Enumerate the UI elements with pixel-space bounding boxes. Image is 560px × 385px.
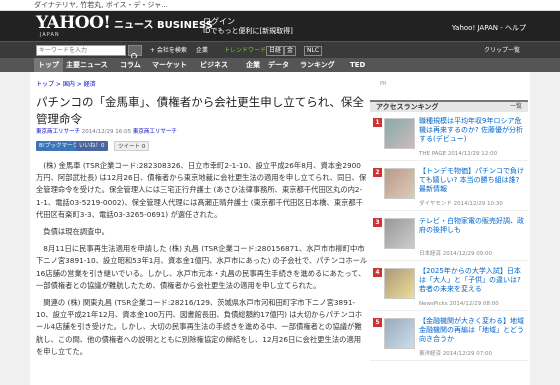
- bookmark-button[interactable]: B!ブックマーク: [36, 141, 81, 151]
- rank-number: 2: [373, 168, 382, 177]
- login-link[interactable]: ログイン: [203, 17, 235, 26]
- ranking-sidebar: アクセスランキング 一覧 1 職種規模は平均年収9年ロシア危機は再来するのか? …: [370, 100, 528, 385]
- nav-data[interactable]: データ: [268, 58, 289, 72]
- logo-subtitle: JAPAN: [40, 32, 60, 38]
- ranking-header: アクセスランキング 一覧: [370, 100, 528, 112]
- nav-column[interactable]: コラム: [120, 58, 141, 72]
- ranking-title-link[interactable]: 【2025年からの大学入試】日本は「大人」と「子供」の違いは? 若者の未来を変え…: [419, 267, 525, 294]
- ranking-source: NewsPicks 2014/12/29 08:00: [419, 301, 499, 307]
- article-date: 2014/12/29 16:05: [81, 129, 132, 135]
- nav-business[interactable]: ビジネス: [200, 58, 228, 72]
- rank-number: 1: [373, 118, 382, 127]
- article-title: パチンコの「金馬車」、債権者から会社更生申し立てられ、保全管理命令: [36, 95, 364, 126]
- article-meta: 東京商工リサーチ 2014/12/29 16:05 東京商工リサーチ: [36, 129, 177, 136]
- clip-list-link[interactable]: クリップ一覧: [484, 46, 520, 55]
- ranking-item[interactable]: 3 テレビ・白物家電の販売好調、政府の後押しも 日本経済 2014/12/29 …: [370, 214, 528, 261]
- ranking-title-link[interactable]: 【金融機関が大きく変わる】地域金融機関の再編は「地域」とどう向き合うか: [419, 317, 525, 344]
- rank-number: 5: [373, 318, 382, 327]
- breadcrumb[interactable]: トップ > 国内 > 経済: [36, 81, 96, 89]
- page-body: トップ > 国内 > 経済 PR パチンコの「金馬車」、債権者から会社更生申し立…: [0, 72, 560, 385]
- ranking-source: ダイヤモンド 2014/12/29 10:30: [419, 201, 503, 207]
- trend-word-3[interactable]: NLC: [304, 46, 323, 56]
- article-source[interactable]: 東京商工リサーチ: [36, 129, 80, 135]
- ranking-thumbnail[interactable]: [384, 318, 415, 349]
- article-paragraph: (株) 金馬車 (TSR企業コード:282308326、日立市幸町2-1-10、…: [36, 161, 367, 219]
- nav-companies[interactable]: 企業: [246, 58, 260, 72]
- ranking-item[interactable]: 4 【2025年からの大学入試】日本は「大人」と「子供」の違いは? 若者の未来を…: [370, 264, 528, 311]
- nav-top[interactable]: トップ: [34, 58, 63, 72]
- ranking-item[interactable]: 2 【トンデモ物価】パチンコで負けても嬉しい? 本当の勝ち組は誰? 最新情報 ダ…: [370, 164, 528, 211]
- trend-word-1[interactable]: 日経: [266, 46, 285, 56]
- ranking-title: アクセスランキング: [376, 103, 439, 111]
- nav-ranking[interactable]: ランキング: [300, 58, 335, 72]
- nav-ted[interactable]: TED: [350, 58, 365, 72]
- top-info-strip: ダイナテリヤ, 竹若丸, ボイス・デ・ジャ...: [0, 0, 560, 11]
- search-input[interactable]: [36, 45, 126, 56]
- top-strip-text: ダイナテリヤ, 竹若丸, ボイス・デ・ジャ...: [34, 1, 168, 9]
- yahoo-help-link[interactable]: Yahoo! JAPAN - ヘルプ: [452, 24, 526, 33]
- article-body: (株) 金馬車 (TSR企業コード:282308326、日立市幸町2-1-10、…: [36, 160, 368, 363]
- nav-main-news[interactable]: 主要ニュース: [66, 58, 108, 72]
- article-paragraph: 8月11日に民事再生法適用を申請した (株) 丸昌 (TSR企業コード:2801…: [36, 244, 368, 290]
- trend-word-label: トレンドワード: [224, 47, 267, 54]
- rank-number: 3: [373, 218, 382, 227]
- rank-number: 4: [373, 268, 382, 277]
- ranking-more-link[interactable]: 一覧: [510, 102, 522, 112]
- ranking-thumbnail[interactable]: [384, 118, 415, 149]
- ranking-item[interactable]: 5 【金融機関が大きく変わる】地域金融機関の再編は「地域」とどう向き合うか 東洋…: [370, 314, 528, 361]
- ranking-source: 東洋経済 2014/12/29 07:00: [419, 351, 493, 357]
- ranking-thumbnail[interactable]: [384, 218, 415, 249]
- article-paragraph: 関連の (株) 関東丸昌 (TSR企業コード:28216/129、茨城県水戸市河…: [36, 298, 363, 356]
- site-header: YAHOO! JAPAN ニュース BUSINESS ログイン IDでもっと便利…: [0, 11, 560, 41]
- yahoo-logo[interactable]: YAHOO!: [36, 14, 111, 33]
- ranking-title-link[interactable]: 職種規模は平均年収9年ロシア危機は再来するのか? 佐藤優が分析する(デビュー): [419, 117, 525, 144]
- article-paragraph: 負債は現在調査中。: [43, 227, 109, 237]
- ranking-source: 日本経済 2014/12/29 09:00: [419, 251, 493, 257]
- tweet-button[interactable]: ツイート 0: [114, 141, 150, 151]
- ranking-title-link[interactable]: テレビ・白物家電の販売好調、政府の後押しも: [419, 217, 525, 235]
- like-button[interactable]: いいね！0: [76, 141, 108, 151]
- ranking-thumbnail[interactable]: [384, 268, 415, 299]
- signup-link[interactable]: IDでもっと便利に[新規取得]: [203, 27, 293, 36]
- ranking-thumbnail[interactable]: [384, 168, 415, 199]
- company-link[interactable]: 企業: [196, 46, 208, 55]
- nav-market[interactable]: マーケット: [152, 58, 187, 72]
- brand-title[interactable]: ニュース BUSINESS: [114, 20, 213, 32]
- content-area: トップ > 国内 > 経済 PR パチンコの「金馬車」、債権者から会社更生申し立…: [30, 72, 530, 385]
- trend-word-2[interactable]: 金: [284, 46, 297, 56]
- search-button[interactable]: [128, 45, 142, 58]
- ad-label: PR: [380, 81, 387, 87]
- company-search-link[interactable]: + 会社を検索: [150, 46, 187, 55]
- toolbar: + 会社を検索 企業 トレンドワード 日経 金 NLC クリップ一覧: [0, 41, 560, 58]
- ranking-title-link[interactable]: 【トンデモ物価】パチンコで負けても嬉しい? 本当の勝ち組は誰? 最新情報: [419, 167, 525, 194]
- main-nav: トップ 主要ニュース コラム マーケット ビジネス 企業 データ ランキング T…: [0, 58, 560, 72]
- article-source-link[interactable]: 東京商工リサーチ: [133, 129, 177, 135]
- ranking-source: THE PAGE 2014/12/29 12:00: [419, 151, 498, 157]
- ranking-item[interactable]: 1 職種規模は平均年収9年ロシア危機は再来するのか? 佐藤優が分析する(デビュー…: [370, 114, 528, 161]
